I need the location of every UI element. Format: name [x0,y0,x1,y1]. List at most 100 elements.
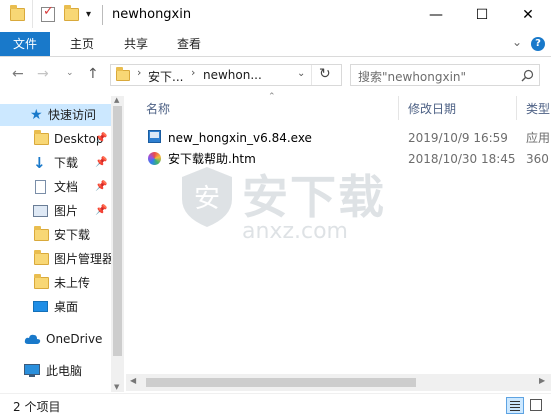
sidebar-item-label: 安下载 [54,228,91,242]
divider [311,65,312,85]
maximize-icon: ☐ [475,7,489,23]
sidebar-item-label: OneDrive [46,332,103,346]
search-placeholder: 搜索"newhongxin" [358,70,467,84]
folder-icon [116,67,130,81]
close-icon: ✕ [522,7,534,23]
folder-icon [34,250,49,265]
column-header-modified[interactable]: 修改日期 [408,100,456,117]
title-bar: ✓ ▾ newhongxin — ☐ ✕ [0,0,551,32]
file-modified: 2019/10/9 16:59 [408,131,508,145]
folder-icon [34,274,49,289]
scroll-left-icon[interactable]: ◀ [130,376,136,385]
horizontal-scrollbar-thumb[interactable] [146,378,416,387]
sidebar-item-not-uploaded[interactable]: 未上传 [0,272,120,294]
sidebar-item-label: 此电脑 [46,364,83,378]
file-type: 360 [526,152,549,166]
large-icons-view-button[interactable] [529,398,543,412]
tab-share[interactable]: 共享 [114,32,158,56]
large-icons-view-icon [530,399,542,411]
folder-icon [10,5,25,21]
folder-icon [34,130,49,145]
watermark-cn: 安下载 [242,170,386,224]
htm-icon [148,152,161,165]
svg-text:安: 安 [194,184,220,214]
file-type: 应用 [526,131,551,145]
sidebar-item-label: 文档 [54,180,79,194]
pin-icon: 📌 [95,157,108,168]
address-bar[interactable]: › 安下... › newhon... ⌄ ↻ [110,64,342,86]
document-icon [35,180,46,194]
details-view-button[interactable] [506,397,524,414]
sidebar-item-desktop[interactable]: Desktop 📌 [0,128,120,150]
navigation-pane: ★ 快速访问 Desktop 📌 ↓ 下载 📌 文档 📌 图片 📌 安下载 图片… [0,94,124,392]
tab-home[interactable]: 主页 [60,32,104,56]
expand-ribbon-icon[interactable]: ⌄ [512,35,522,49]
divider [102,5,103,25]
scroll-up-icon[interactable]: ▲ [114,96,119,104]
customize-quick-access-icon[interactable]: ▾ [86,9,91,20]
sidebar-item-pictures[interactable]: 图片 📌 [0,200,120,222]
breadcrumb-item[interactable]: 安下... [148,68,183,85]
up-arrow-icon[interactable]: ↑ [87,66,99,82]
close-button[interactable]: ✕ [505,0,551,30]
column-divider[interactable] [516,96,517,120]
tab-file[interactable]: 文件 [0,32,50,56]
column-header-name[interactable]: 名称 [146,100,170,117]
column-header-type[interactable]: 类型 [526,100,550,117]
sidebar-item-image-manager[interactable]: 图片管理器 [0,248,120,270]
minimize-button[interactable]: — [413,0,459,30]
folder-icon [34,226,49,241]
sidebar-item-this-pc[interactable]: 此电脑 [0,360,120,382]
nav-scrollbar-thumb[interactable] [113,106,122,356]
file-name: new_hongxin_v6.84.exe [168,131,312,145]
item-count: 2 个项目 [13,400,61,414]
breadcrumb-separator-icon: › [191,66,196,79]
sidebar-item-documents[interactable]: 文档 📌 [0,176,120,198]
sidebar-item-anxiazai[interactable]: 安下载 [0,224,120,246]
forward-arrow-icon[interactable]: → [37,66,49,82]
column-divider[interactable] [398,96,399,120]
computer-icon [24,364,40,375]
back-arrow-icon[interactable]: ← [12,66,24,82]
properties-icon[interactable]: ✓ [41,4,55,22]
tab-view[interactable]: 查看 [167,32,211,56]
star-icon: ★ [30,107,43,123]
address-dropdown-icon[interactable]: ⌄ [297,68,305,79]
new-folder-icon[interactable] [64,5,79,21]
cloud-icon [24,334,41,344]
refresh-icon[interactable]: ↻ [319,66,331,82]
pin-icon: 📌 [95,181,108,192]
status-bar: 2 个项目 [0,393,551,418]
ribbon-tabs: 文件 主页 共享 查看 ⌄ ? [0,32,551,57]
search-icon [521,69,534,82]
sidebar-item-label: 未上传 [54,276,91,290]
minimize-icon: — [429,7,443,23]
sidebar-item-label: 快速访问 [48,108,97,122]
scroll-right-icon[interactable]: ▶ [539,376,545,385]
sidebar-item-label: 桌面 [54,300,79,314]
pin-icon: 📌 [95,205,108,216]
sidebar-item-onedrive[interactable]: OneDrive [0,328,120,350]
breadcrumb-separator-icon: › [137,66,142,79]
divider [32,0,33,28]
scroll-down-icon[interactable]: ▼ [114,383,119,391]
search-input[interactable]: 搜索"newhongxin" [350,64,540,86]
maximize-button[interactable]: ☐ [459,0,505,30]
details-view-icon [510,401,520,402]
sidebar-item-downloads[interactable]: ↓ 下载 📌 [0,152,120,174]
pin-icon: 📌 [95,133,108,144]
desktop-icon [33,301,48,312]
sidebar-item-quick-access[interactable]: ★ 快速访问 [0,104,120,126]
picture-icon [33,205,48,217]
watermark-en: anxz.com [242,219,348,244]
download-arrow-icon: ↓ [33,154,46,172]
breadcrumb-item[interactable]: newhon... [203,68,262,82]
shield-icon: 安 [182,167,232,227]
sidebar-item-label: 图片 [54,204,79,218]
sidebar-item-desktop-cn[interactable]: 桌面 [0,296,120,318]
recent-locations-chevron-icon[interactable]: ⌄ [66,68,74,78]
watermark: 安 安下载 anxz.com [178,165,438,255]
help-icon[interactable]: ? [531,37,545,51]
window-glyph [150,132,159,138]
file-row[interactable]: new_hongxin_v6.84.exe 2019/10/9 16:59 应用 [144,127,551,149]
